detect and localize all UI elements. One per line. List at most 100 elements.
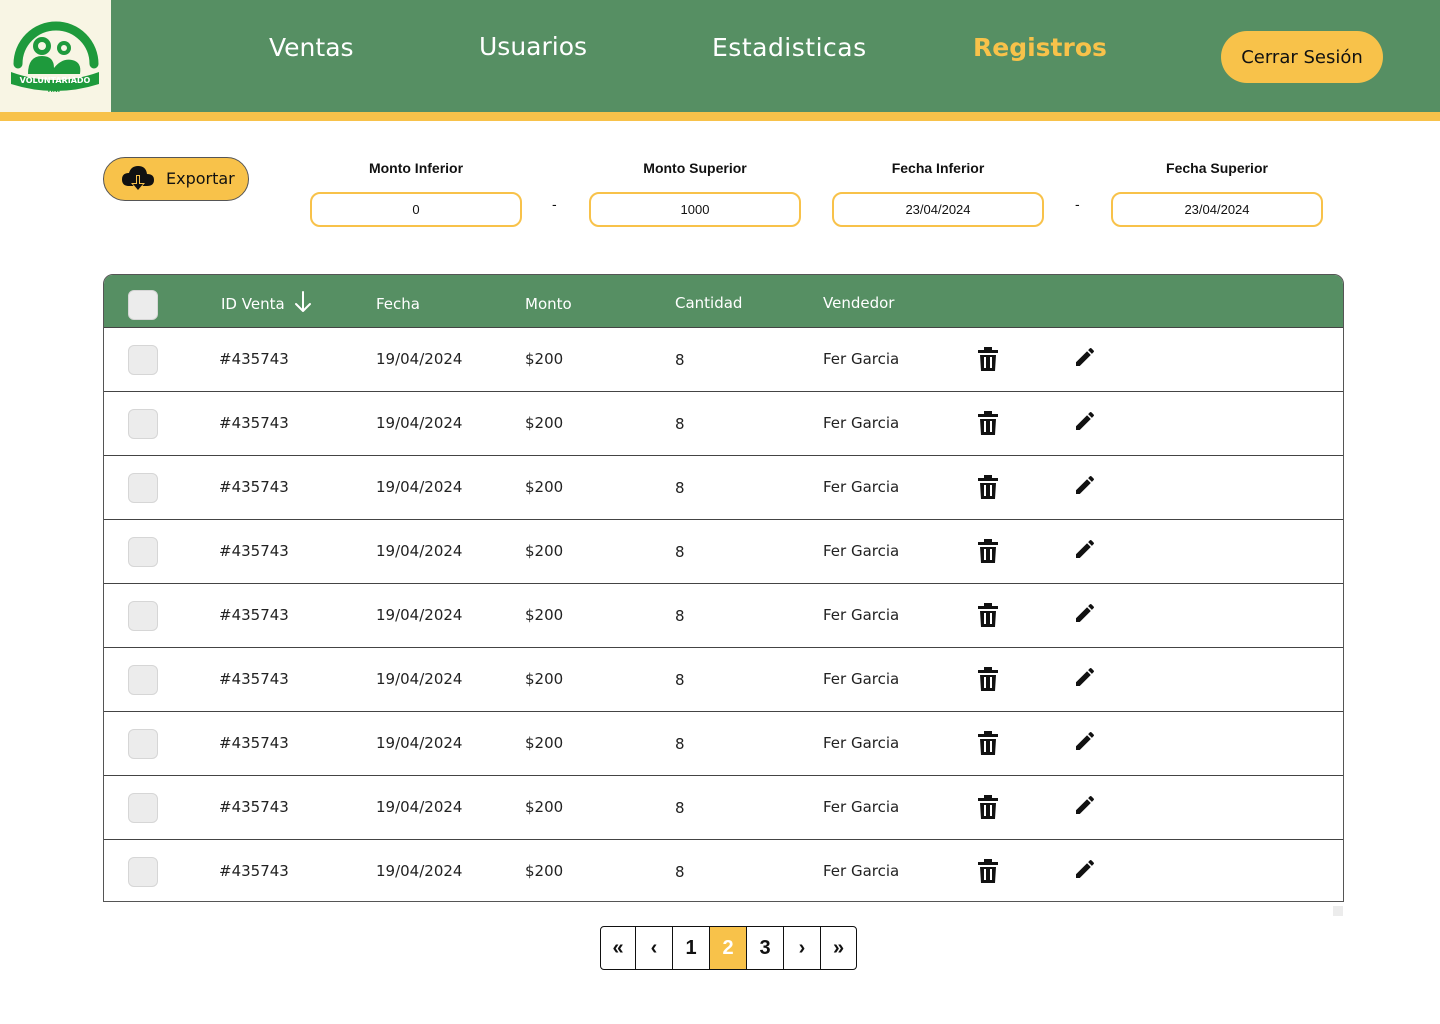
cell-monto: $200 <box>525 606 564 624</box>
fecha-superior-input[interactable] <box>1111 192 1323 227</box>
table-row[interactable]: #435743 19/04/2024 $200 8 Fer Garcia <box>104 392 1343 456</box>
row-checkbox[interactable] <box>128 793 158 823</box>
cell-monto: $200 <box>525 734 564 752</box>
cell-monto: $200 <box>525 670 564 688</box>
cell-cantidad: 8 <box>675 479 685 497</box>
cell-cantidad: 8 <box>675 863 685 881</box>
table-row[interactable]: #435743 19/04/2024 $200 8 Fer Garcia <box>104 328 1343 392</box>
svg-text:VOLUNTARIADO: VOLUNTARIADO <box>20 76 91 85</box>
logout-button[interactable]: Cerrar Sesión <box>1221 31 1383 83</box>
pencil-icon[interactable] <box>1073 665 1101 693</box>
row-checkbox[interactable] <box>128 857 158 887</box>
table-row[interactable]: #435743 19/04/2024 $200 8 Fer Garcia <box>104 456 1343 520</box>
cell-vendedor: Fer Garcia <box>823 414 900 432</box>
cell-fecha: 19/04/2024 <box>376 734 463 752</box>
fecha-superior-label: Fecha Superior <box>1166 160 1268 176</box>
brand-logo[interactable]: VOLUNTARIADO HNP <box>0 0 111 112</box>
row-checkbox[interactable] <box>128 601 158 631</box>
cell-cantidad: 8 <box>675 351 685 369</box>
monto-superior-input[interactable] <box>589 192 801 227</box>
trash-icon[interactable] <box>976 794 1004 822</box>
table-row[interactable]: #435743 19/04/2024 $200 8 Fer Garcia <box>104 712 1343 776</box>
cell-fecha: 19/04/2024 <box>376 670 463 688</box>
cell-fecha: 19/04/2024 <box>376 542 463 560</box>
cell-vendedor: Fer Garcia <box>823 478 900 496</box>
trash-icon[interactable] <box>976 410 1004 438</box>
trash-icon[interactable] <box>976 730 1004 758</box>
volunteer-logo-icon: VOLUNTARIADO HNP <box>11 21 99 94</box>
page-1-button[interactable]: 1 <box>673 927 710 969</box>
header-accent-bar <box>0 112 1440 121</box>
monto-inferior-input[interactable] <box>310 192 522 227</box>
nav-usuarios[interactable]: Usuarios <box>479 29 587 65</box>
cell-id: #435743 <box>219 350 289 368</box>
cell-fecha: 19/04/2024 <box>376 478 463 496</box>
trash-icon[interactable] <box>976 602 1004 630</box>
page-2-button[interactable]: 2 <box>710 927 747 969</box>
table-row[interactable]: #435743 19/04/2024 $200 8 Fer Garcia <box>104 776 1343 840</box>
column-header-fecha[interactable]: Fecha <box>376 295 420 313</box>
table-row[interactable]: #435743 19/04/2024 $200 8 Fer Garcia <box>104 520 1343 584</box>
pencil-icon[interactable] <box>1073 537 1101 565</box>
table-row[interactable]: #435743 19/04/2024 $200 8 Fer Garcia <box>104 584 1343 648</box>
cell-vendedor: Fer Garcia <box>823 798 900 816</box>
arrow-down-icon[interactable] <box>293 290 313 314</box>
nav-ventas[interactable]: Ventas <box>269 30 354 66</box>
trash-icon[interactable] <box>976 858 1004 886</box>
cell-fecha: 19/04/2024 <box>376 606 463 624</box>
row-checkbox[interactable] <box>128 537 158 567</box>
cell-id: #435743 <box>219 478 289 496</box>
table-row[interactable]: #435743 19/04/2024 $200 8 Fer Garcia <box>104 648 1343 712</box>
fecha-inferior-label: Fecha Inferior <box>891 160 985 176</box>
column-header-id[interactable]: ID Venta <box>221 291 311 313</box>
column-header-cantidad[interactable]: Cantidad <box>675 294 742 312</box>
fecha-inferior-input[interactable] <box>832 192 1044 227</box>
pencil-icon[interactable] <box>1073 857 1101 885</box>
cell-fecha: 19/04/2024 <box>376 414 463 432</box>
cell-monto: $200 <box>525 542 564 560</box>
column-header-vendedor[interactable]: Vendedor <box>823 294 894 312</box>
column-header-monto[interactable]: Monto <box>525 295 572 313</box>
cell-cantidad: 8 <box>675 735 685 753</box>
cell-id: #435743 <box>219 670 289 688</box>
row-checkbox[interactable] <box>128 473 158 503</box>
pencil-icon[interactable] <box>1073 345 1101 373</box>
row-checkbox[interactable] <box>128 409 158 439</box>
cell-fecha: 19/04/2024 <box>376 798 463 816</box>
row-checkbox[interactable] <box>128 665 158 695</box>
nav-registros[interactable]: Registros <box>973 30 1107 66</box>
row-checkbox[interactable] <box>128 345 158 375</box>
pencil-icon[interactable] <box>1073 793 1101 821</box>
table-row[interactable]: #435743 19/04/2024 $200 8 Fer Garcia <box>104 840 1343 901</box>
trash-icon[interactable] <box>976 474 1004 502</box>
svg-text:HNP: HNP <box>48 87 63 94</box>
trash-icon[interactable] <box>976 538 1004 566</box>
trash-icon[interactable] <box>976 346 1004 374</box>
cell-vendedor: Fer Garcia <box>823 670 900 688</box>
first-page-button[interactable]: « <box>601 927 636 969</box>
page-3-button[interactable]: 3 <box>747 927 784 969</box>
next-page-button[interactable]: › <box>784 927 821 969</box>
sales-table: ID Venta Fecha Monto Cantidad Vendedor #… <box>103 274 1344 902</box>
cloud-download-icon <box>122 166 154 191</box>
select-all-checkbox[interactable] <box>128 290 158 320</box>
export-button[interactable]: Exportar <box>103 157 249 201</box>
pencil-icon[interactable] <box>1073 729 1101 757</box>
trash-icon[interactable] <box>976 666 1004 694</box>
prev-page-button[interactable]: ‹ <box>636 927 673 969</box>
cell-cantidad: 8 <box>675 543 685 561</box>
pencil-icon[interactable] <box>1073 409 1101 437</box>
cell-cantidad: 8 <box>675 415 685 433</box>
pencil-icon[interactable] <box>1073 601 1101 629</box>
column-header-id-label: ID Venta <box>221 295 285 313</box>
monto-inferior-label: Monto Inferior <box>368 160 464 176</box>
cell-vendedor: Fer Garcia <box>823 862 900 880</box>
nav-estadisticas[interactable]: Estadisticas <box>712 30 867 66</box>
cell-monto: $200 <box>525 862 564 880</box>
row-checkbox[interactable] <box>128 729 158 759</box>
last-page-button[interactable]: » <box>821 927 856 969</box>
scrollbar-thumb[interactable] <box>1333 906 1343 916</box>
top-nav-bar: VOLUNTARIADO HNP Ventas Usuarios Estadis… <box>0 0 1440 112</box>
pencil-icon[interactable] <box>1073 473 1101 501</box>
cell-id: #435743 <box>219 862 289 880</box>
